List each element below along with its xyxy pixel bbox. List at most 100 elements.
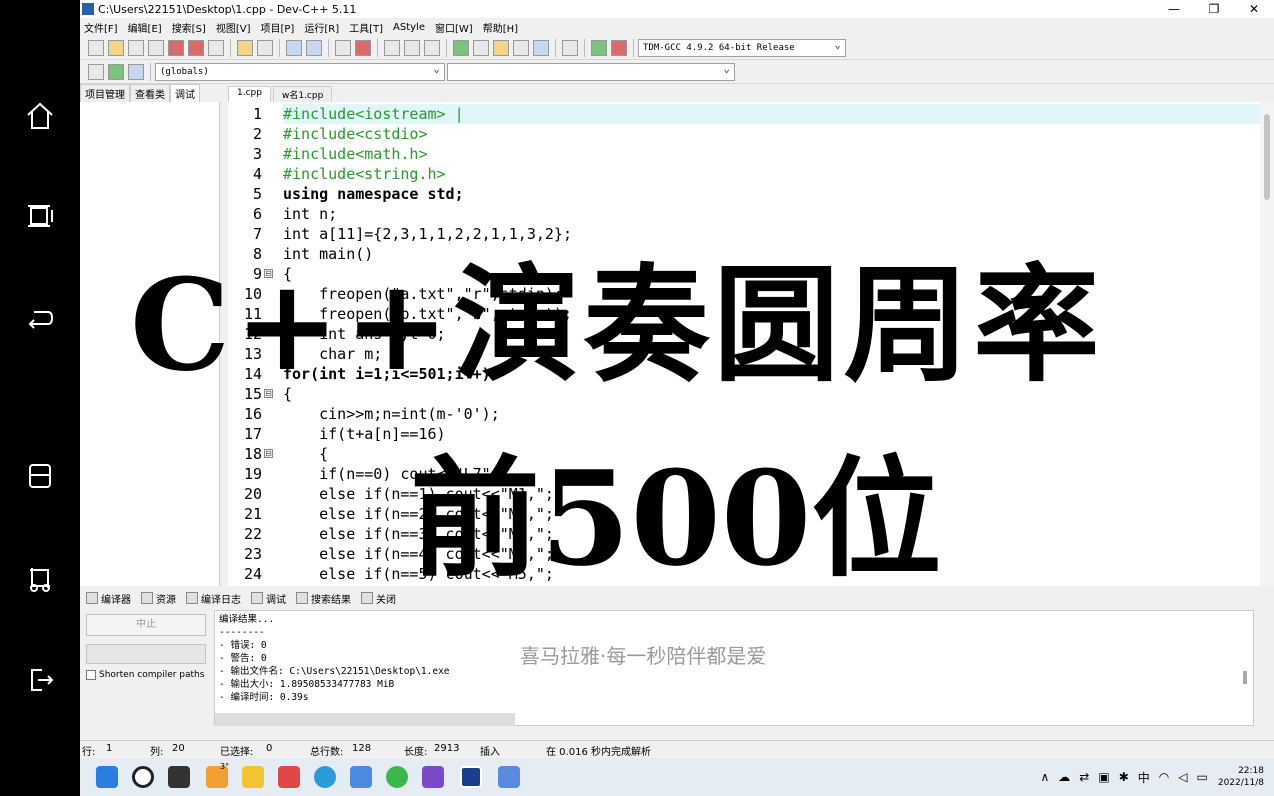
status-insert-mode: 插入 (480, 747, 500, 758)
home-icon[interactable] (22, 98, 58, 134)
abort-button[interactable]: 中止 (86, 614, 206, 636)
fold-toggle-icon[interactable]: ⊟ (264, 449, 273, 458)
back-icon[interactable] (22, 300, 58, 336)
close-all-icon[interactable] (188, 39, 204, 56)
tab-class-browser[interactable]: 查看类 (130, 84, 170, 102)
save-icon[interactable] (22, 458, 58, 494)
shorten-paths-option[interactable]: Shorten compiler paths (86, 670, 210, 680)
save-all-icon[interactable] (148, 39, 164, 56)
menu-window[interactable]: 窗口[W] (435, 20, 473, 35)
exit-icon[interactable] (22, 662, 58, 698)
insert-icon[interactable] (88, 63, 104, 80)
save-icon[interactable] (128, 39, 144, 56)
app-chart-icon[interactable] (498, 766, 520, 788)
tab-resources[interactable]: 资源 (141, 591, 176, 606)
bookmark-icon[interactable] (355, 39, 371, 56)
task-view-icon[interactable] (168, 766, 190, 788)
rebuild-icon[interactable] (513, 39, 529, 56)
file-tab-1cpp[interactable]: 1.cpp (228, 86, 271, 102)
menu-file[interactable]: 文件[F] (84, 20, 118, 35)
tab-search-results-label: 搜索结果 (311, 594, 351, 606)
devcpp-task-icon[interactable] (460, 766, 482, 788)
log-horizontal-scrollbar[interactable] (215, 713, 515, 726)
tray-cloud-icon[interactable]: ☁ (1058, 770, 1070, 784)
tab-close-label: 关闭 (376, 594, 396, 606)
minimize-button[interactable]: — (1154, 2, 1194, 16)
goto-declaration-icon[interactable] (108, 63, 124, 80)
new-file-icon[interactable] (88, 39, 104, 56)
tray-volume-icon[interactable]: ◁ (1178, 770, 1187, 784)
compile-run-icon[interactable] (493, 39, 509, 56)
code-line[interactable]: int n; (283, 204, 1260, 224)
scroll-thumb[interactable] (1264, 114, 1270, 200)
function-select[interactable] (447, 62, 735, 81)
profile-chart-icon[interactable] (591, 39, 607, 56)
shorten-paths-checkbox[interactable] (86, 670, 96, 680)
code-line[interactable]: #include<cstdio> (283, 124, 1260, 144)
menu-project[interactable]: 项目[P] (261, 20, 295, 35)
ie-icon[interactable] (386, 766, 408, 788)
toggle-comment-icon[interactable] (424, 39, 440, 56)
menu-help[interactable]: 帮助[H] (483, 20, 518, 35)
open-file-icon[interactable] (108, 39, 124, 56)
menu-search[interactable]: 搜索[S] (172, 20, 206, 35)
log-scrollbar[interactable] (1243, 671, 1247, 684)
indent-icon[interactable] (384, 39, 400, 56)
print-icon[interactable] (208, 39, 224, 56)
class-browser-icon[interactable] (128, 63, 144, 80)
tray-sync-icon[interactable]: ⇄ (1079, 770, 1089, 784)
search-icon[interactable] (132, 766, 154, 788)
find-icon[interactable] (286, 39, 302, 56)
stop-icon[interactable] (562, 39, 578, 56)
file-tab-untitled[interactable]: w名1.cpp (272, 86, 333, 102)
tray-bluetooth-icon[interactable]: ✱ (1119, 770, 1129, 784)
check-syntax-icon[interactable] (533, 39, 549, 56)
menu-edit[interactable]: 编辑[E] (128, 20, 162, 35)
code-line[interactable]: #include<math.h> (283, 144, 1260, 164)
compile-icon[interactable] (453, 39, 469, 56)
replace-icon[interactable] (306, 39, 322, 56)
menu-view[interactable]: 视图[V] (216, 20, 251, 35)
goto-line-icon[interactable] (335, 39, 351, 56)
log-line: 编译结果... (219, 614, 275, 625)
redo-icon[interactable] (257, 39, 273, 56)
overlay-title: C++演奏圆周率 (130, 251, 1104, 399)
code-line[interactable]: #include<iostream> | (283, 104, 1260, 124)
tray-device-icon[interactable]: ▣ (1098, 770, 1109, 784)
screenshot-icon[interactable] (22, 560, 58, 596)
app-red-icon[interactable] (278, 766, 300, 788)
maximize-button[interactable]: ❐ (1194, 2, 1234, 16)
run-icon[interactable] (473, 39, 489, 56)
compiler-select[interactable]: TDM-GCC 4.9.2 64-bit Release (638, 38, 846, 57)
tab-close[interactable]: 关闭 (361, 591, 396, 606)
close-file-icon[interactable] (168, 39, 184, 56)
tab-debug-bottom[interactable]: 调试 (251, 591, 286, 606)
file-explorer-icon[interactable] (242, 766, 264, 788)
menu-run[interactable]: 运行[R] (304, 20, 339, 35)
tab-project-manager[interactable]: 项目管理 (80, 84, 130, 102)
tab-compile-log[interactable]: 编译日志 (186, 591, 241, 606)
tab-search-results[interactable]: 搜索结果 (296, 591, 351, 606)
menu-tools[interactable]: 工具[T] (349, 20, 383, 35)
cloud-app-icon[interactable] (350, 766, 372, 788)
tray-expand-icon[interactable]: ∧ (1041, 770, 1050, 784)
edge-icon[interactable] (314, 766, 336, 788)
tray-battery-icon[interactable]: ▭ (1197, 770, 1208, 784)
undo-icon[interactable] (237, 39, 253, 56)
code-line[interactable]: #include<string.h> (283, 164, 1260, 184)
clock[interactable]: 22:18 2022/11/8 (1218, 765, 1264, 789)
multitask-icon[interactable] (22, 198, 58, 234)
start-icon[interactable] (96, 766, 118, 788)
tray-wifi-icon[interactable]: ◠ (1159, 770, 1169, 784)
visual-studio-icon[interactable] (422, 766, 444, 788)
close-button[interactable]: ✕ (1234, 2, 1274, 16)
menu-astyle[interactable]: AStyle (393, 22, 425, 33)
tab-debug[interactable]: 调试 (170, 84, 200, 102)
tray-ime[interactable]: 中 (1138, 769, 1150, 786)
tab-compiler[interactable]: 编译器 (86, 591, 131, 606)
editor-vertical-scrollbar[interactable] (1260, 102, 1274, 586)
globals-select[interactable]: (globals) (155, 62, 445, 81)
unindent-icon[interactable] (404, 39, 420, 56)
code-line[interactable]: using namespace std; (283, 184, 1260, 204)
debug-icon[interactable] (611, 39, 627, 56)
